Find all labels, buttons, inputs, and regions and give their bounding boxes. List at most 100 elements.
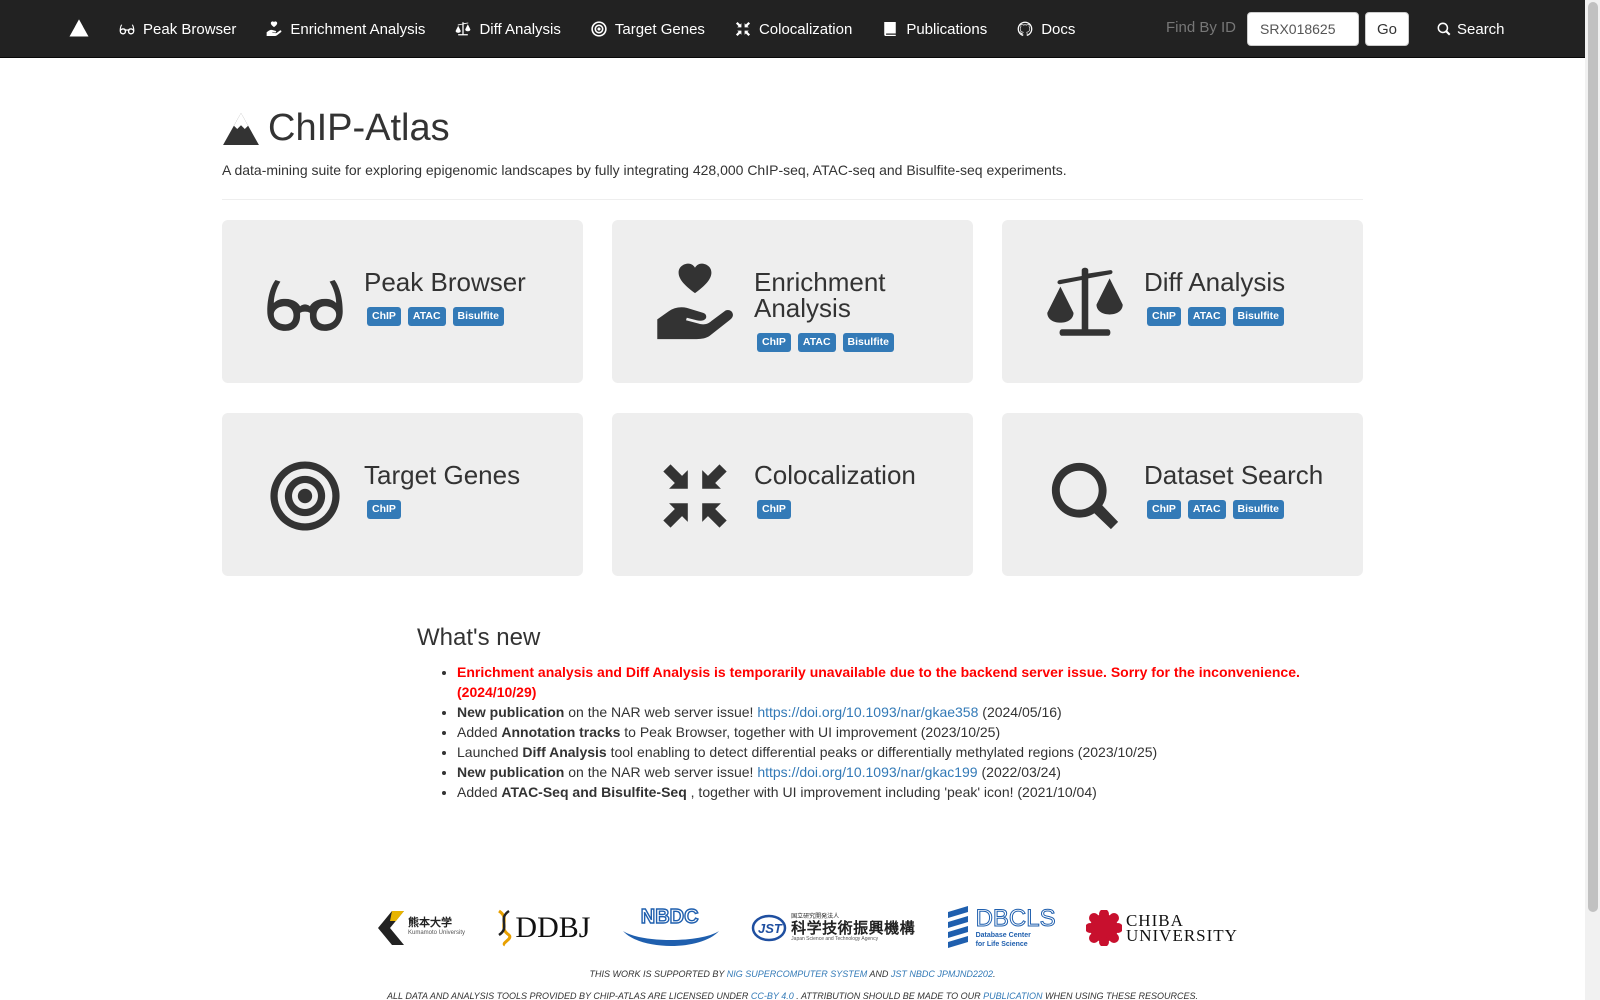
nav-colocalization[interactable]: Colocalization xyxy=(720,0,867,58)
hand-holding-heart-icon xyxy=(266,21,282,37)
kumamoto-emblem-icon xyxy=(378,911,404,945)
news-item-alert: Enrichment analysis and Diff Analysis is… xyxy=(457,662,1317,702)
news-item: Launched Diff Analysis tool enabling to … xyxy=(457,742,1317,762)
ddbj-text: DDBJ xyxy=(515,911,591,944)
news-text: on the NAR web server issue! xyxy=(564,764,758,780)
card-title: Target Genes xyxy=(364,460,521,490)
card-title: Dataset Search xyxy=(1144,460,1324,490)
news-bold: Annotation tracks xyxy=(501,724,621,740)
footer-text: . Attribution should be made to our xyxy=(793,991,984,1000)
dbcls-text: DBCLS xyxy=(975,905,1056,932)
compress-icon xyxy=(659,460,731,532)
news-pre: Launched xyxy=(457,744,523,760)
page-scrollbar[interactable] xyxy=(1585,0,1600,1000)
nav-search[interactable]: Search xyxy=(1437,0,1505,58)
kumamoto-university-logo[interactable]: 熊本大学 Kumamoto University xyxy=(378,904,465,952)
header-divider xyxy=(222,199,1363,200)
card-badges: ChIP ATAC Bisulfite xyxy=(754,333,964,352)
card-badges: ChIP xyxy=(754,500,964,519)
footer-license-line: All data and analysis tools provided by … xyxy=(0,991,1585,1000)
nav-target-genes[interactable]: Target Genes xyxy=(576,0,720,58)
nbdc-logo[interactable]: NBDC xyxy=(621,904,721,952)
kumamoto-en-text: Kumamoto University xyxy=(408,930,466,936)
news-date: (2022/03/24) xyxy=(977,764,1061,780)
card-icon-wrap xyxy=(652,453,737,538)
card-badges: ChIP ATAC Bisulfite xyxy=(1144,500,1354,519)
card-colocalization[interactable]: Colocalization ChIP xyxy=(612,413,973,576)
footer-text: . xyxy=(992,969,996,979)
scrollbar-thumb[interactable] xyxy=(1588,2,1598,912)
nav-menu: Peak Browser Enrichment Analysis Diff An… xyxy=(104,0,1090,58)
card-target-genes[interactable]: Target Genes ChIP xyxy=(222,413,583,576)
card-icon-wrap xyxy=(262,453,347,538)
dbcls-logo[interactable]: DBCLS Database Center for Life Science xyxy=(946,904,1056,952)
search-icon xyxy=(1049,460,1121,532)
svg-text:JST: JST xyxy=(758,921,783,936)
publication-link[interactable]: publication xyxy=(983,991,1042,1000)
card-dataset-search[interactable]: Dataset Search ChIP ATAC Bisulfite xyxy=(1002,413,1363,576)
book-icon xyxy=(882,21,898,37)
find-by-id-label: Find By ID xyxy=(1166,19,1237,36)
alert-text: Enrichment analysis and Diff Analysis is… xyxy=(457,664,1300,700)
go-button[interactable]: Go xyxy=(1365,12,1409,46)
news-item: Added ATAC-Seq and Bisulfite-Seq , toget… xyxy=(457,782,1317,802)
nav-peak-browser[interactable]: Peak Browser xyxy=(104,0,251,58)
card-peak-browser[interactable]: Peak Browser ChIP ATAC Bisulfite xyxy=(222,220,583,383)
glasses-icon xyxy=(119,21,135,37)
card-title: Peak Browser xyxy=(364,267,526,297)
badge-atac: ATAC xyxy=(1187,500,1226,519)
card-enrichment-analysis[interactable]: Enrichment Analysis ChIP ATAC Bisulfite xyxy=(612,220,973,383)
home-logo-link[interactable] xyxy=(66,14,92,42)
nig-supercomputer-link[interactable]: NIG supercomputer system xyxy=(727,969,868,979)
card-title: Enrichment Analysis xyxy=(754,267,886,323)
footer-text: and xyxy=(867,969,891,979)
compress-icon xyxy=(735,21,751,37)
card-icon-wrap xyxy=(262,260,347,345)
news-bold: Diff Analysis xyxy=(522,744,607,760)
card-icon-wrap xyxy=(1042,453,1127,538)
badge-chip: ChIP xyxy=(757,333,791,352)
card-badges: ChIP ATAC Bisulfite xyxy=(364,307,574,326)
nav-publications[interactable]: Publications xyxy=(867,0,1002,58)
top-navbar: Peak Browser Enrichment Analysis Diff An… xyxy=(0,0,1585,58)
cc-by-link[interactable]: CC-BY 4.0 xyxy=(751,991,794,1000)
page-title-text: ChIP-Atlas xyxy=(268,107,450,149)
doi-link[interactable]: https://doi.org/10.1093/nar/gkac199 xyxy=(757,764,977,780)
nbdc-text: NBDC xyxy=(640,905,699,928)
nav-enrichment-analysis[interactable]: Enrichment Analysis xyxy=(251,0,440,58)
doi-link[interactable]: https://doi.org/10.1093/nar/gkae358 xyxy=(757,704,978,720)
hand-holding-heart-icon xyxy=(654,262,736,344)
nav-diff-analysis[interactable]: Diff Analysis xyxy=(440,0,575,58)
jst-logo[interactable]: JST 国立研究開発法人 科学技術振興機構 Japan Science and … xyxy=(751,904,915,952)
find-by-id-input[interactable] xyxy=(1247,12,1359,46)
card-badges: ChIP ATAC Bisulfite xyxy=(1144,307,1354,326)
sponsor-logos: 熊本大学 Kumamoto University DDBJ NBDC JST 国… xyxy=(378,903,1238,953)
chiba-emblem-icon xyxy=(1085,910,1122,946)
dbcls-helix-icon xyxy=(947,906,968,948)
mountain-icon xyxy=(69,19,89,37)
whats-new-list: Enrichment analysis and Diff Analysis is… xyxy=(457,662,1317,802)
card-title: Diff Analysis xyxy=(1144,267,1286,297)
target-icon xyxy=(269,460,341,532)
github-icon xyxy=(1017,21,1033,37)
whats-new-heading: What's new xyxy=(417,624,541,651)
news-bold: New publication xyxy=(457,704,565,720)
badge-chip: ChIP xyxy=(1147,500,1181,519)
card-diff-analysis[interactable]: Diff Analysis ChIP ATAC Bisulfite xyxy=(1002,220,1363,383)
nav-docs[interactable]: Docs xyxy=(1002,0,1090,58)
badge-chip: ChIP xyxy=(367,500,401,519)
scale-icon xyxy=(455,21,471,37)
ddbj-logo[interactable]: DDBJ xyxy=(495,904,590,952)
nav-search-label: Search xyxy=(1457,20,1505,38)
jst-nbdc-link[interactable]: JST NBDC JPMJND2202 xyxy=(891,969,993,979)
nav-item-label: Colocalization xyxy=(758,20,853,38)
news-text: , together with UI improvement including… xyxy=(686,784,1097,800)
page-subtitle: A data-mining suite for exploring epigen… xyxy=(222,162,1067,178)
news-date: (2024/05/16) xyxy=(978,704,1062,720)
jst-jp-text: 科学技術振興機構 xyxy=(791,919,916,937)
chiba-university-logo[interactable]: CHIBA UNIVERSITY xyxy=(1085,904,1238,952)
glasses-icon xyxy=(264,262,346,344)
badge-bisulfite: Bisulfite xyxy=(842,333,894,352)
nav-item-label: Diff Analysis xyxy=(479,20,561,38)
nav-item-label: Target Genes xyxy=(614,20,705,38)
